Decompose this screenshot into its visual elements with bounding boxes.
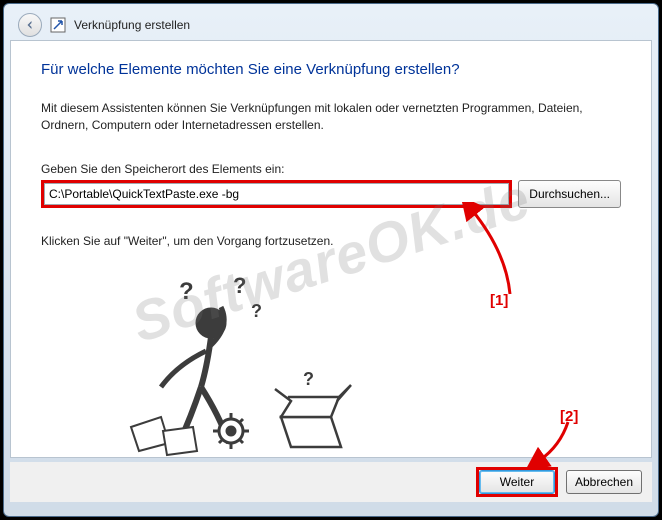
shortcut-icon: [50, 17, 66, 33]
wizard-window: Verknüpfung erstellen Für welche Element…: [3, 3, 659, 517]
path-field-label: Geben Sie den Speicherort des Elements e…: [41, 162, 621, 176]
svg-text:?: ?: [303, 369, 314, 389]
svg-text:?: ?: [179, 278, 194, 305]
next-button[interactable]: Weiter: [479, 470, 555, 494]
page-heading: Für welche Elemente möchten Sie eine Ver…: [41, 61, 621, 78]
window-title: Verknüpfung erstellen: [74, 18, 190, 32]
header-bar: Verknüpfung erstellen: [10, 10, 652, 40]
browse-button[interactable]: Durchsuchen...: [518, 180, 621, 208]
next-button-highlight: Weiter: [476, 467, 558, 497]
content-panel: Für welche Elemente möchten Sie eine Ver…: [10, 40, 652, 458]
back-button[interactable]: [18, 13, 42, 37]
page-description: Mit diesem Assistenten können Sie Verknü…: [41, 100, 621, 134]
confused-figure-illustration: ? ? ? ?: [121, 277, 381, 457]
path-input-highlight: [41, 180, 512, 208]
path-input[interactable]: [44, 183, 509, 205]
arrow-left-icon: [24, 19, 36, 31]
svg-text:?: ?: [233, 277, 246, 298]
footer-bar: Weiter Abbrechen: [10, 462, 652, 502]
continue-instruction: Klicken Sie auf "Weiter", um den Vorgang…: [41, 234, 621, 248]
input-row: Durchsuchen...: [41, 180, 621, 208]
cancel-button[interactable]: Abbrechen: [566, 470, 642, 494]
svg-text:?: ?: [251, 301, 262, 321]
